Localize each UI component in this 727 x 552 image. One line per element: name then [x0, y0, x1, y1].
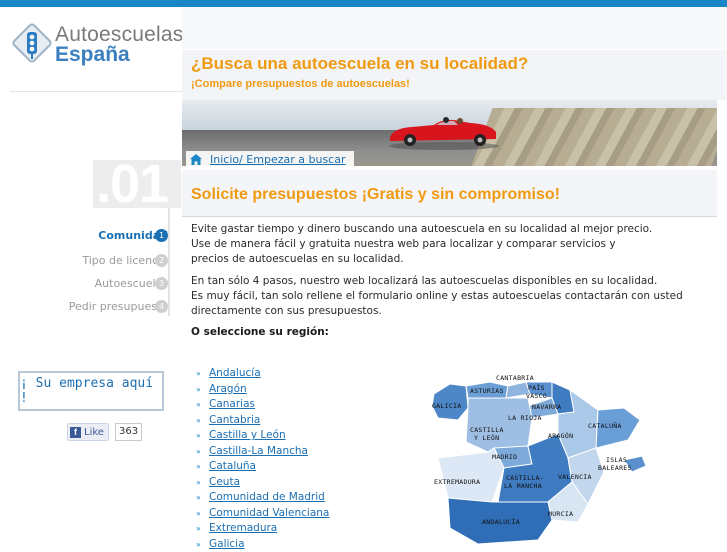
map-label-valencia: VALENCIA [558, 473, 592, 481]
map-label-cataluna: CATALUÑA [588, 421, 622, 430]
map-label-murcia: MURCIA [548, 510, 573, 518]
map-label-islas-baleares-1: ISLAS [606, 456, 627, 464]
facebook-like-count: 363 [115, 423, 142, 441]
facebook-icon: f [70, 427, 81, 438]
list-item: » Aragón [196, 382, 329, 398]
map-label-islas-baleares-2: BALEARES [598, 464, 632, 472]
map-label-asturias: ASTURIAS [470, 387, 504, 395]
logo-subtitle: España [55, 43, 130, 67]
list-item: » Castilla-La Mancha [196, 444, 329, 460]
red-car-image [382, 110, 502, 150]
region-link-aragon[interactable]: Aragón [209, 382, 247, 397]
page-title: ¿Busca una autoescuela en su localidad? [191, 54, 528, 74]
region-link-galicia[interactable]: Galicia [209, 537, 245, 552]
page-subtitle: ¡Compare presupuestos de autoescuelas! [191, 78, 410, 90]
region-link-castilla-leon[interactable]: Castilla y León [209, 428, 286, 443]
map-label-galicia: GALICIA [432, 402, 462, 410]
breadcrumb-link[interactable]: Inicio/ Empezar a buscar [210, 153, 346, 166]
list-item: » Comunidad Valenciana [196, 506, 329, 522]
map-label-navarra: NAVARRA [532, 403, 562, 411]
list-item: » Cantabria [196, 413, 329, 429]
step-pedir-presupuesto: Pedir presupuesto [69, 300, 168, 313]
region-select-label: O seleccione su región: [191, 326, 329, 338]
step-number: .01 [96, 154, 168, 214]
intro-line-4: En tan sólo 4 pasos, nuestro web localiz… [191, 274, 657, 289]
breadcrumb[interactable]: Inicio/ Empezar a buscar [186, 151, 354, 167]
map-label-aragon: ARAGÓN [548, 431, 573, 440]
region-list: »Andalucía »Aragón »Canarias »Cantabria … [196, 366, 329, 552]
map-label-pais-vasco-1: PAÍS [528, 383, 545, 392]
advertise-here-button[interactable]: ¡ Su empresa aquí ! [18, 371, 164, 411]
spain-region-map[interactable]: CANTABRIA ASTURIAS PAÍS VASCO GALICIA NA… [428, 368, 658, 545]
intro-line-3: precios de autoescuelas en su localidad. [191, 252, 404, 267]
region-link-ceuta[interactable]: Ceuta [209, 475, 240, 490]
map-label-extremadura: EXTREMADURA [434, 478, 480, 486]
map-region-castilla-leon[interactable] [466, 398, 532, 452]
list-item: » Galicia [196, 537, 329, 552]
list-item: » Cataluña [196, 459, 329, 475]
top-bar [0, 0, 727, 7]
header-strip [182, 7, 727, 50]
bullet-icon: » [196, 366, 205, 381]
bullet-icon: » [196, 506, 205, 521]
map-label-castilla-leon-1: CASTILLA [470, 426, 504, 434]
bullet-icon: » [196, 490, 205, 505]
step-2-badge: 2 [155, 254, 168, 267]
bullet-icon: » [196, 475, 205, 490]
region-link-valenciana[interactable]: Comunidad Valenciana [209, 506, 329, 521]
site-logo[interactable]: Autoescuelas España [10, 7, 182, 92]
facebook-like-label: Like [84, 427, 104, 438]
map-label-castilla-mancha-2: LA MANCHA [504, 482, 542, 490]
region-link-canarias[interactable]: Canarias [209, 397, 255, 412]
home-icon [190, 154, 202, 165]
list-item: » Canarias [196, 397, 329, 413]
bullet-icon: » [196, 444, 205, 459]
step-3-badge: 3 [155, 277, 168, 290]
bullet-icon: » [196, 521, 205, 536]
list-item: » Extremadura [196, 521, 329, 537]
region-link-madrid[interactable]: Comunidad de Madrid [209, 490, 325, 505]
map-label-andalucia: ANDALUCÍA [482, 517, 520, 526]
map-label-madrid: MADRID [492, 453, 517, 461]
step-divider [168, 208, 170, 316]
banner-stone-wall [471, 108, 717, 166]
map-label-pais-vasco-2: VASCO [526, 392, 547, 400]
bullet-icon: » [196, 428, 205, 443]
list-item: » Castilla y León [196, 428, 329, 444]
map-label-castilla-mancha-1: CASTILLA- [506, 474, 544, 482]
region-link-extremadura[interactable]: Extremadura [209, 521, 277, 536]
intro-line-5: Es muy fácil, tan solo rellene el formul… [191, 289, 683, 304]
bullet-icon: » [196, 413, 205, 428]
region-link-andalucia[interactable]: Andalucía [209, 366, 261, 381]
intro-line-1: Evite gastar tiempo y dinero buscando un… [191, 222, 652, 237]
intro-line-6: directamente con sus presupuestos. [191, 304, 382, 319]
bullet-icon: » [196, 459, 205, 474]
bullet-icon: » [196, 537, 205, 552]
region-link-cantabria[interactable]: Cantabria [209, 413, 260, 428]
list-item: » Comunidad de Madrid [196, 490, 329, 506]
bullet-icon: » [196, 397, 205, 412]
facebook-like-button[interactable]: f Like [67, 423, 109, 441]
region-link-cataluna[interactable]: Cataluña [209, 459, 256, 474]
step-4-badge: 4 [155, 300, 168, 313]
map-label-cantabria: CANTABRIA [496, 374, 534, 382]
section-title: Solicite presupuestos ¡Gratis y sin comp… [191, 186, 560, 204]
map-label-castilla-leon-2: Y LEÓN [474, 433, 499, 442]
traffic-light-logo-icon [12, 23, 52, 63]
region-link-castilla-la-mancha[interactable]: Castilla-La Mancha [209, 444, 308, 459]
intro-line-2: Use de manera fácil y gratuita nuestra w… [191, 237, 616, 252]
bullet-icon: » [196, 382, 205, 397]
list-item: » Ceuta [196, 475, 329, 491]
step-1-badge: 1 [155, 229, 168, 242]
list-item: » Andalucía [196, 366, 329, 382]
map-label-la-rioja: LA RIOJA [508, 414, 542, 422]
